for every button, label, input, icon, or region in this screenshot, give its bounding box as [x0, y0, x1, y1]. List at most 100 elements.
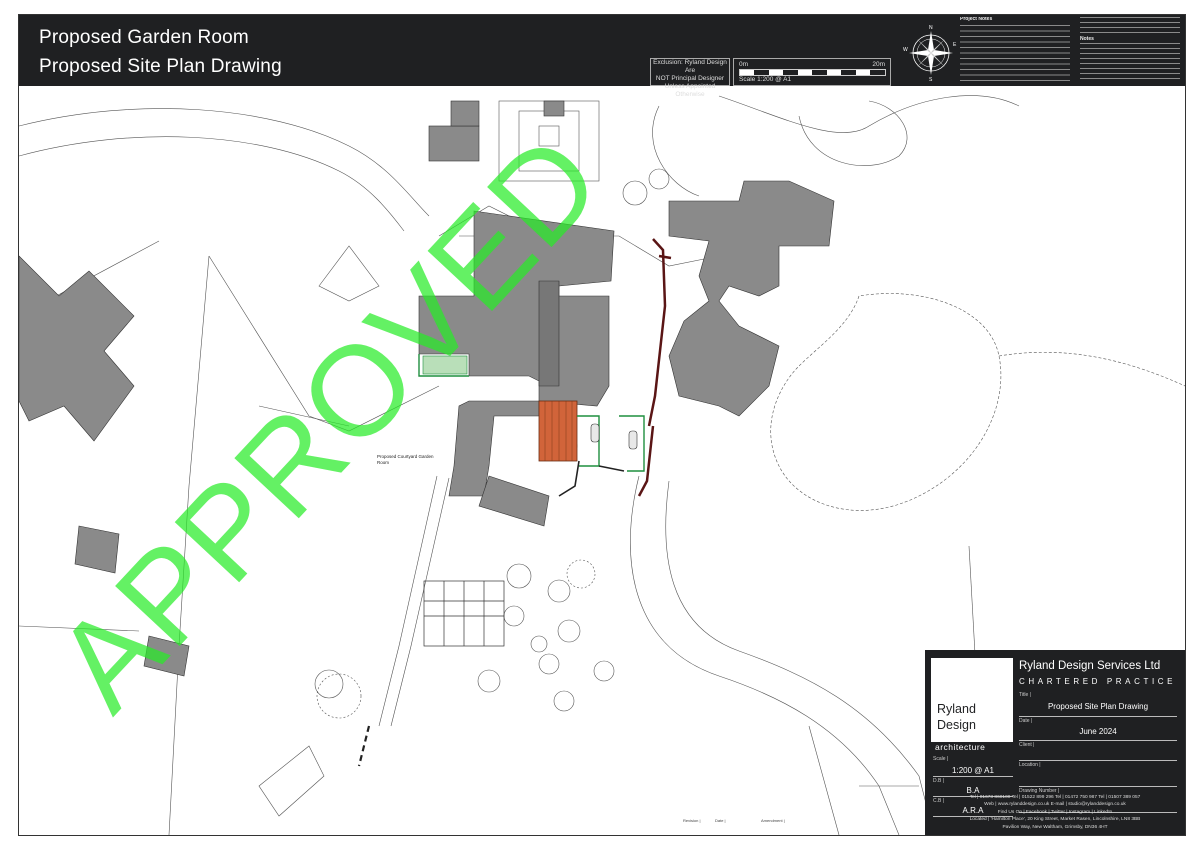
title-value: Proposed Site Plan Drawing: [1047, 702, 1149, 711]
scale-field: Scale | 1:200 @ A1: [933, 756, 1013, 777]
footpath-marker: [357, 725, 371, 767]
planter: [590, 423, 600, 443]
tree-canopy-outline: [798, 100, 908, 166]
header-bar: Proposed Garden Room Proposed Site Plan …: [19, 15, 1185, 98]
field-label: Date |: [1019, 718, 1033, 724]
dashed-garden-outline: [770, 293, 1002, 511]
courtyard-label-line: Room: [377, 459, 390, 465]
title-field: Title | Proposed Site Plan Drawing: [1019, 692, 1177, 717]
tree: [530, 635, 548, 653]
tree: [553, 690, 575, 712]
company-name: Ryland Design Services Ltd: [1019, 660, 1161, 672]
garden-building: [543, 100, 565, 117]
access-road-edge: [19, 108, 430, 217]
scale-end: 20m: [872, 61, 885, 68]
amendment-header: Amendment |: [761, 818, 785, 823]
project-notes-heading: Project Notes: [960, 17, 993, 22]
courtyard-label-line: Proposed Courtyard Garden: [377, 454, 434, 459]
compass-w: W: [903, 47, 908, 53]
east-range-roof: [668, 180, 835, 417]
main-house-ridge: [538, 280, 560, 387]
scale-bar-graphic: [739, 69, 886, 76]
field-label: Client |: [1019, 742, 1035, 748]
logo-line: Design: [937, 718, 976, 732]
field-label: Location |: [1019, 762, 1041, 768]
compass-n: N: [929, 25, 933, 31]
formal-garden-centre: [538, 125, 560, 147]
field-label: Scale |: [933, 756, 949, 762]
date-field: Date | June 2024: [1019, 718, 1177, 741]
project-notes: Project Notes: [960, 17, 1070, 83]
neighbour-outbuilding: [143, 635, 190, 677]
exclusion-note: Exclusion: Ryland Design Are NOT Princip…: [650, 58, 730, 98]
dashed-garden-outline: [998, 352, 1185, 387]
logo-tagline: architecture: [935, 742, 986, 752]
contact-address: Located | 'Hamilton Place', 20 King Stre…: [969, 817, 1141, 822]
company-subtitle: CHARTERED PRACTICE: [1019, 677, 1177, 686]
tree: [538, 653, 560, 675]
notes-text: [1080, 42, 1180, 79]
courtyard-label: Proposed Courtyard Garden Room: [377, 454, 434, 465]
pergola-structure: [423, 580, 505, 647]
tree: [622, 180, 648, 206]
drawing-sheet: Proposed Garden Room Proposed Site Plan …: [18, 14, 1186, 836]
compass-s: S: [929, 77, 933, 81]
contact-social: Find Us On | Facebook | Twitter | Instag…: [997, 809, 1113, 815]
neighbour-outbuilding: [74, 525, 120, 574]
tree-canopy: [316, 673, 362, 719]
tree: [314, 669, 344, 699]
garden-building: [450, 100, 480, 127]
outbuilding-outline: [258, 745, 325, 817]
scale-label: Scale 1:200 @ A1: [739, 76, 792, 83]
boundary-line: [168, 255, 210, 835]
tree: [648, 168, 670, 190]
driveway-edge: [665, 480, 935, 835]
proposed-courtyard-deck: [538, 400, 578, 462]
south-wing-extension: [478, 475, 550, 527]
contact-details: Tel | 01673 860100 Tel | 01522 899 296 T…: [925, 794, 1185, 832]
tree: [547, 579, 571, 603]
tree-canopy: [566, 559, 596, 589]
planter: [628, 430, 638, 450]
boundary-line: [318, 245, 380, 302]
compass-e: E: [953, 42, 957, 48]
company-logo: Ryland Design: [931, 658, 1013, 742]
exclusion-line: NOT Principal Designer: [655, 75, 725, 82]
exclusion-line: Exclusion: Ryland Design Are: [653, 59, 727, 74]
client-field: Client |: [1019, 742, 1177, 761]
field-label: Title |: [1019, 692, 1031, 698]
contact-web: Web | www.rylanddesign.co.uk E-mail | st…: [984, 802, 1126, 807]
neighbour-building: [19, 255, 135, 442]
date-value: June 2024: [1079, 727, 1117, 736]
compass-rose-icon: N E S W: [903, 25, 957, 81]
garden-path: [390, 477, 450, 727]
field-label: D.B |: [933, 778, 945, 784]
driveway-edge: [630, 475, 900, 835]
boundary-line: [258, 405, 350, 427]
revision-date-header: Date |: [715, 818, 726, 823]
revision-table: Revision | Date | Amendment |: [677, 817, 925, 831]
drawing-title: Proposed Garden Room: [39, 27, 249, 48]
location-field: Location |: [1019, 762, 1177, 787]
project-notes-text: [960, 24, 1070, 81]
revision-header: Revision |: [683, 818, 701, 823]
title-block: Ryland Design architecture Ryland Design…: [925, 650, 1185, 835]
general-notes: Notes: [1080, 17, 1180, 83]
path-edge: [652, 105, 700, 197]
tree: [593, 660, 615, 682]
tree: [557, 619, 581, 643]
scale-value: 1:200 @ A1: [952, 766, 994, 775]
logo-line: Ryland: [937, 702, 976, 716]
access-road-edge: [19, 136, 405, 232]
main-house-roof: [418, 210, 615, 407]
formal-garden-inner: [518, 110, 580, 172]
scale-start: 0m: [739, 61, 749, 68]
contact-phones: Tel | 01673 860100 Tel | 01522 899 296 T…: [969, 794, 1141, 800]
boundary-line: [19, 625, 140, 632]
tree: [477, 669, 501, 693]
drawing-subtitle: Proposed Site Plan Drawing: [39, 56, 282, 77]
garden-building: [428, 125, 480, 162]
boundary-line: [208, 255, 440, 432]
tree: [506, 563, 532, 589]
contact-address: Pavilion Way, New Waltham, Grimsby, DN36…: [1002, 824, 1108, 830]
